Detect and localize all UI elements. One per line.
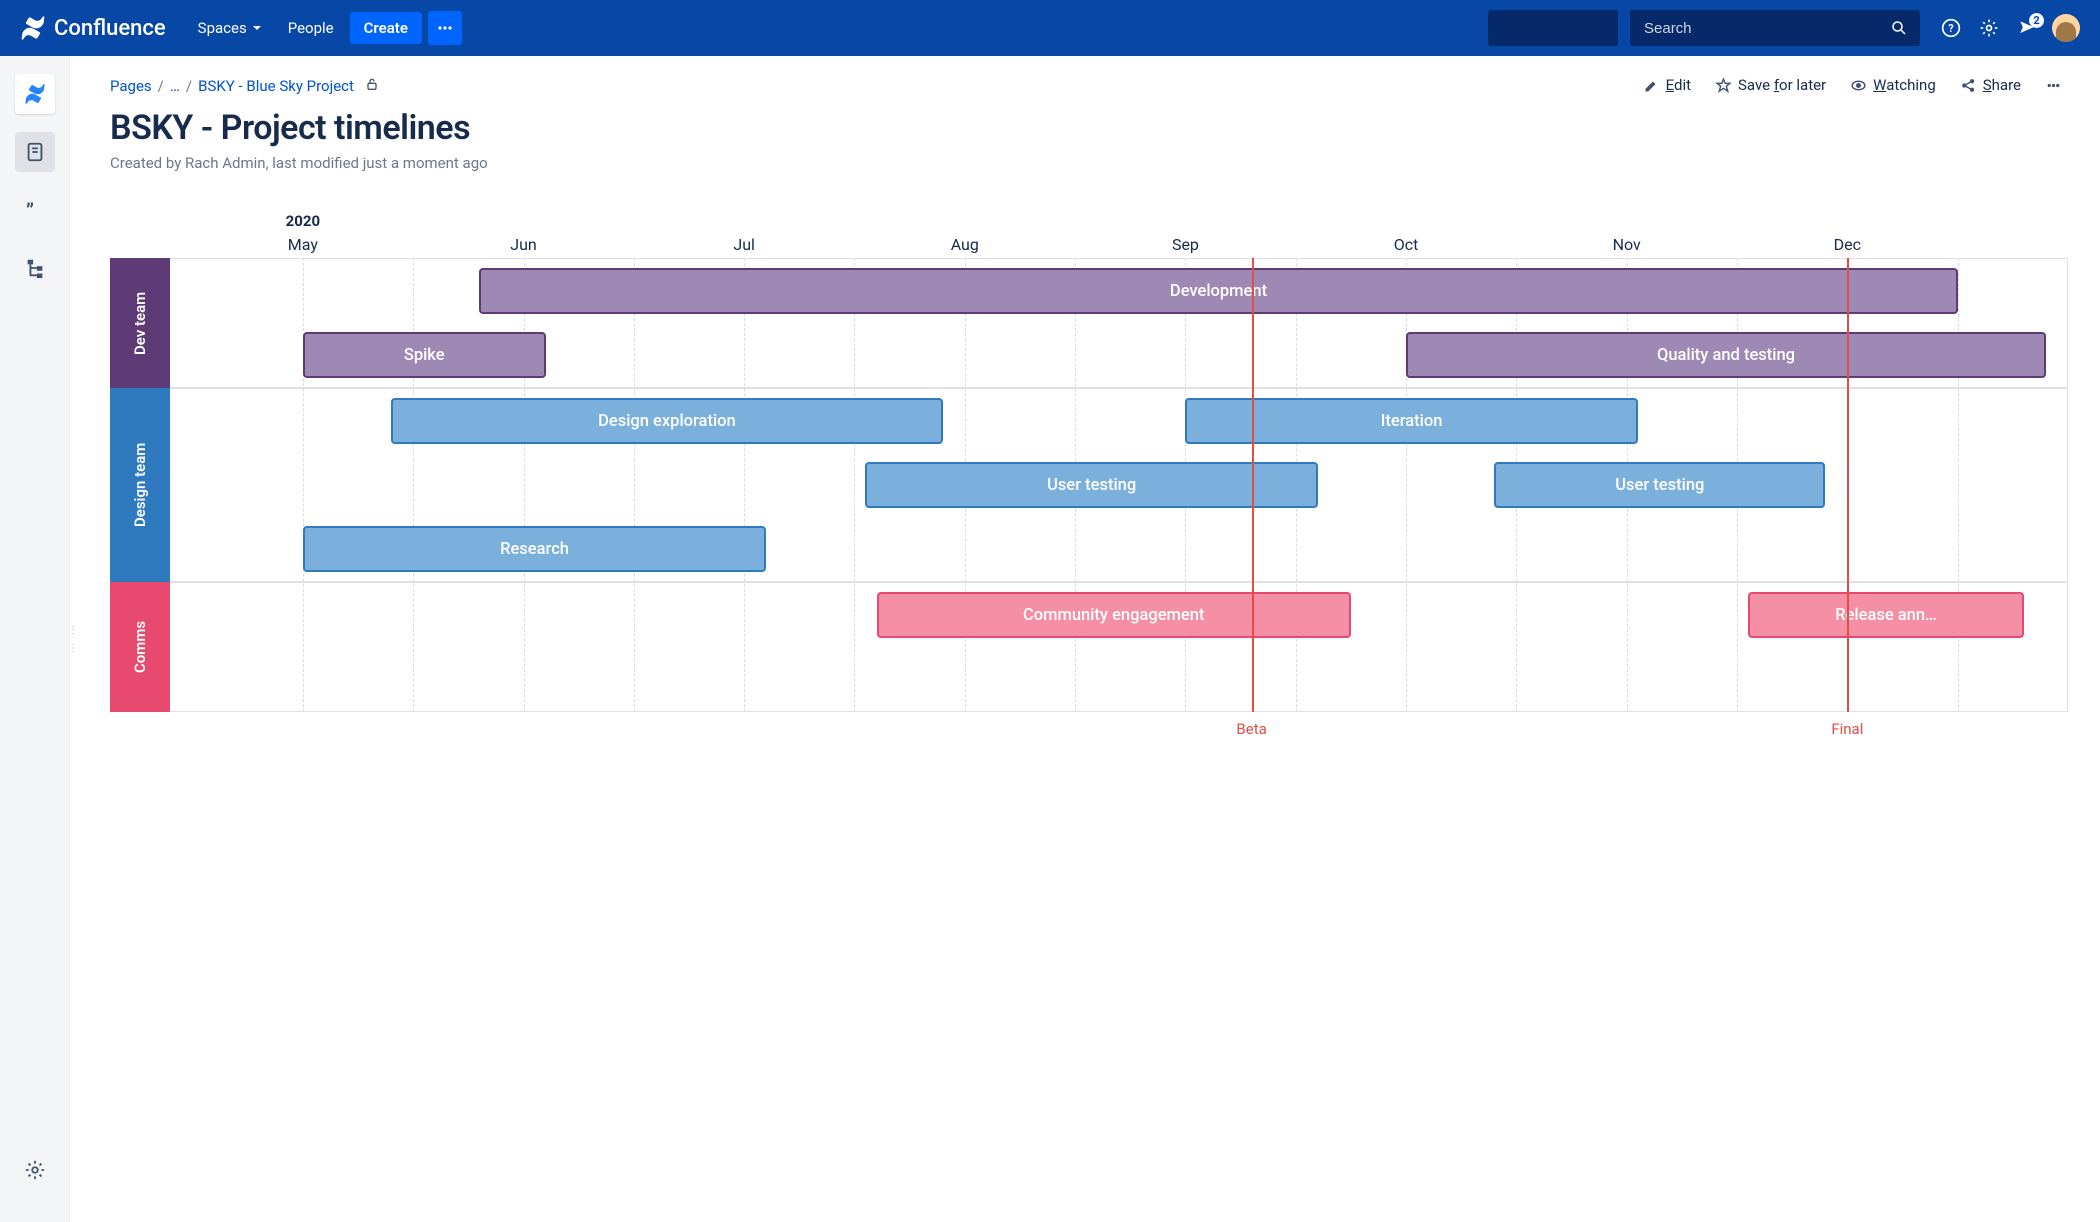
chart-bar[interactable]: User testing bbox=[1494, 462, 1825, 508]
quote-icon: ” bbox=[24, 199, 46, 221]
gear-icon bbox=[1979, 18, 1999, 38]
chart-month-tick: Jul bbox=[733, 235, 755, 254]
chart-bar[interactable]: Release ann… bbox=[1748, 592, 2024, 638]
chart-milestone-label: Final bbox=[1831, 720, 1863, 738]
chart-month-tick: Aug bbox=[951, 235, 979, 254]
save-post: or later bbox=[1779, 76, 1826, 94]
star-icon bbox=[1715, 77, 1732, 94]
chart-milestone-label: Beta bbox=[1236, 720, 1266, 738]
chevron-down-icon bbox=[252, 23, 262, 33]
edit-rest: dit bbox=[1674, 76, 1691, 94]
chart-bar[interactable]: Development bbox=[479, 268, 1957, 314]
edit-accel: E bbox=[1666, 76, 1674, 94]
page-title: BSKY - Project timelines bbox=[110, 108, 2068, 148]
svg-text:”: ” bbox=[25, 199, 33, 221]
nav-people[interactable]: People bbox=[278, 13, 344, 43]
chart-lane: Dev team Development Spike Quality and test… bbox=[110, 258, 2068, 388]
chart-month-tick: Jun bbox=[510, 235, 536, 254]
nav-spaces-label: Spaces bbox=[198, 19, 247, 37]
chart-lane: Design teamDesign explorationIterationUs… bbox=[110, 388, 2068, 582]
header-placeholder bbox=[1488, 10, 1618, 46]
page-actions: Edit Save for later Watching Share bbox=[1619, 76, 2068, 94]
chart-lane-label: Design team bbox=[110, 388, 170, 582]
search-box[interactable] bbox=[1630, 10, 1920, 46]
pencil-icon bbox=[1643, 77, 1660, 94]
product-name: Confluence bbox=[54, 16, 166, 41]
top-nav: Confluence Spaces People Create ? 2 bbox=[0, 0, 2100, 56]
chart-bar[interactable]: Design exploration bbox=[391, 398, 943, 444]
watch-post: atching bbox=[1886, 76, 1936, 94]
chart-year: 2020 bbox=[286, 212, 320, 230]
sidebar-tree[interactable] bbox=[15, 248, 55, 288]
product-logo[interactable]: Confluence bbox=[20, 15, 166, 41]
watching-action[interactable]: Watching bbox=[1850, 76, 1936, 94]
confluence-icon bbox=[20, 15, 46, 41]
search-icon bbox=[1890, 19, 1908, 37]
create-button-label: Create bbox=[364, 19, 408, 37]
chart-month-tick: Dec bbox=[1834, 235, 1861, 254]
chart-bar[interactable]: User testing bbox=[865, 462, 1317, 508]
notification-count: 2 bbox=[2029, 13, 2044, 28]
chart-month-tick: Oct bbox=[1394, 235, 1419, 254]
page-main: Pages / … / BSKY - Blue Sky Project Edit… bbox=[70, 56, 2100, 1222]
chart-lane: Comms Community engagement Release ann… bbox=[110, 582, 2068, 712]
chart-month-tick: Nov bbox=[1613, 235, 1641, 254]
timeline-rows: Dev team Development Spike Quality and test… bbox=[110, 258, 2068, 712]
chart-month-tick: Sep bbox=[1172, 235, 1199, 254]
create-more-button[interactable] bbox=[428, 11, 462, 45]
restrictions-icon[interactable] bbox=[364, 76, 380, 96]
gear-icon bbox=[24, 1159, 46, 1181]
help-button[interactable]: ? bbox=[1934, 11, 1968, 45]
save-for-later-action[interactable]: Save for later bbox=[1715, 76, 1826, 94]
page-icon bbox=[24, 141, 46, 163]
tree-icon bbox=[24, 257, 46, 279]
create-button[interactable]: Create bbox=[350, 12, 422, 44]
roadmap-chart: 2020MayJunJulAugSepOctNovDec Dev teamDev… bbox=[110, 212, 2068, 738]
share-action[interactable]: Share bbox=[1960, 76, 2021, 94]
svg-text:?: ? bbox=[1948, 22, 1953, 35]
confluence-icon bbox=[24, 83, 46, 105]
chart-bar[interactable]: Spike bbox=[303, 332, 546, 378]
watch-accel: W bbox=[1873, 76, 1886, 94]
sidebar-resize-handle[interactable]: ⋮⋮ bbox=[69, 621, 77, 657]
settings-button[interactable] bbox=[1972, 11, 2006, 45]
ellipsis-icon bbox=[437, 20, 453, 36]
chart-bar[interactable]: Community engagement bbox=[877, 592, 1351, 638]
chart-bar[interactable]: Research bbox=[303, 526, 766, 572]
page-byline: Created by Rach Admin, last modified jus… bbox=[110, 154, 2068, 172]
chart-lane-label: Dev team bbox=[110, 258, 170, 388]
help-icon: ? bbox=[1941, 18, 1961, 38]
share-post: hare bbox=[1992, 76, 2021, 94]
left-sidebar: ” ⋮⋮ bbox=[0, 56, 70, 1222]
eye-icon bbox=[1850, 77, 1867, 94]
notifications-button[interactable]: 2 bbox=[2010, 11, 2044, 45]
timeline-header: 2020 May Jun Jul Aug Sep Oct Nov Dec bbox=[170, 212, 2068, 258]
unlock-icon bbox=[364, 76, 380, 92]
nav-people-label: People bbox=[288, 19, 334, 37]
chart-bar[interactable]: Quality and testing bbox=[1406, 332, 2046, 378]
sidebar-pages[interactable] bbox=[15, 132, 55, 172]
ellipsis-icon bbox=[2045, 77, 2062, 94]
chart-lane-label: Comms bbox=[110, 582, 170, 712]
user-avatar[interactable] bbox=[2052, 14, 2080, 42]
sidebar-space-icon[interactable] bbox=[15, 74, 55, 114]
breadcrumb-pages[interactable]: Pages bbox=[110, 77, 152, 95]
breadcrumb-parent[interactable]: BSKY - Blue Sky Project bbox=[198, 77, 354, 95]
share-icon bbox=[1960, 77, 1977, 94]
save-pre: Save bbox=[1738, 76, 1774, 94]
sidebar-blog[interactable]: ” bbox=[15, 190, 55, 230]
chart-month-tick: May bbox=[288, 235, 318, 254]
search-input[interactable] bbox=[1642, 19, 1890, 38]
breadcrumb: Pages / … / BSKY - Blue Sky Project bbox=[110, 76, 380, 96]
page-more-action[interactable] bbox=[2045, 77, 2068, 94]
nav-spaces[interactable]: Spaces bbox=[188, 13, 272, 43]
share-accel: S bbox=[1983, 76, 1992, 94]
edit-action[interactable]: Edit bbox=[1643, 76, 1691, 94]
sidebar-settings[interactable] bbox=[15, 1150, 55, 1190]
breadcrumb-ellipsis[interactable]: … bbox=[170, 77, 180, 95]
